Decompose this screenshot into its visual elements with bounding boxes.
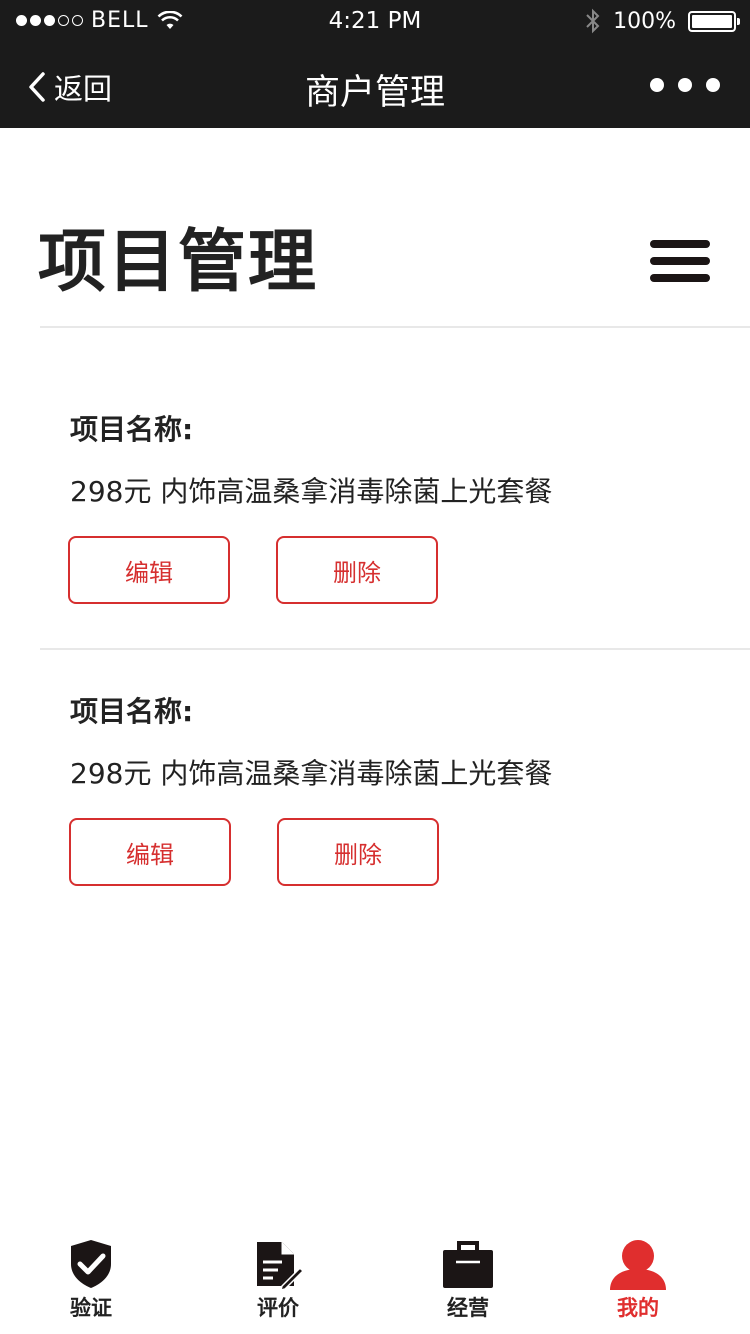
tab-business[interactable]: 经营	[408, 1236, 528, 1334]
more-dot-icon	[678, 78, 692, 92]
tab-label: 我的	[617, 1296, 659, 1320]
menu-icon-line	[650, 240, 710, 248]
menu-button[interactable]	[650, 240, 710, 282]
divider	[40, 648, 750, 650]
nav-title: 商户管理	[304, 73, 445, 113]
user-icon	[610, 1240, 666, 1290]
briefcase-icon	[443, 1241, 493, 1288]
tab-verify[interactable]: 验证	[31, 1236, 151, 1334]
item-name: 298元 内饰高温桑拿消毒除菌上光套餐	[70, 757, 553, 790]
delete-button[interactable]: 删除	[277, 818, 439, 886]
nav-bar: 返回 商户管理	[0, 44, 750, 128]
tab-label: 经营	[447, 1296, 489, 1320]
status-right: 100%	[585, 8, 740, 34]
more-dot-icon	[706, 78, 720, 92]
document-edit-icon	[257, 1242, 304, 1290]
tab-bar: 验证 评价 经营 我的	[0, 1236, 750, 1334]
edit-button[interactable]: 编辑	[69, 818, 231, 886]
more-button[interactable]	[650, 78, 720, 92]
tab-review[interactable]: 评价	[218, 1236, 338, 1334]
tab-mine[interactable]: 我的	[578, 1236, 698, 1334]
tab-label: 验证	[70, 1296, 112, 1320]
delete-button[interactable]: 删除	[276, 536, 438, 604]
battery-fill	[692, 14, 732, 28]
bluetooth-icon	[586, 8, 600, 34]
divider	[40, 326, 750, 328]
edit-button[interactable]: 编辑	[68, 536, 230, 604]
item-label: 项目名称:	[70, 413, 194, 446]
page-title: 项目管理	[38, 223, 319, 302]
status-bar: BELL 4:21 PM 100%	[0, 0, 750, 44]
item-name: 298元 内饰高温桑拿消毒除菌上光套餐	[70, 475, 553, 508]
tab-label: 评价	[257, 1296, 299, 1320]
battery-icon	[688, 10, 740, 32]
menu-icon-line	[650, 257, 710, 265]
shield-check-icon	[71, 1240, 111, 1288]
more-dot-icon	[650, 78, 664, 92]
battery-percent: 100%	[613, 8, 676, 34]
item-label: 项目名称:	[70, 695, 194, 728]
menu-icon-line	[650, 274, 710, 282]
